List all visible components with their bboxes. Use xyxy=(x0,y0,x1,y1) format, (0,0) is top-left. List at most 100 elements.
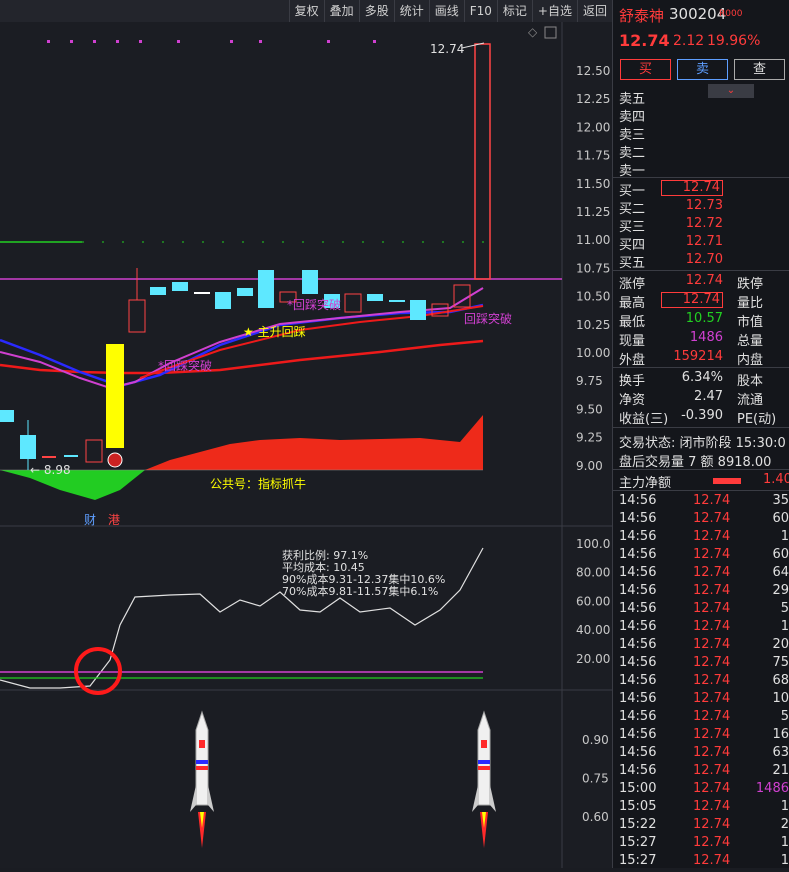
chart-toolbar: 复权 叠加 多股 统计 画线 F10 标记 +自选 返回 xyxy=(0,0,612,22)
chart-annotation: *回踩突破 xyxy=(158,358,212,373)
toolbar-button-7[interactable]: +自选 xyxy=(531,0,577,22)
toolbar-button-6[interactable]: 标记 xyxy=(496,0,532,22)
stock-tag: R000 xyxy=(719,9,743,19)
buy-level: 买四 12.71 xyxy=(619,234,723,253)
y3-tick-label: 0.60 xyxy=(582,810,609,824)
main-flow-bar xyxy=(713,478,741,484)
buy-button[interactable]: 买 xyxy=(620,59,671,80)
y-tick-label: 10.00 xyxy=(576,346,610,360)
y3-tick-label: 0.75 xyxy=(582,772,609,786)
tick-row: 14:56 12.74 1 xyxy=(619,619,789,634)
stat-row: 换手 6.34% 股本 xyxy=(619,370,764,389)
y-tick-label: 9.00 xyxy=(576,459,603,473)
tick-row: 14:56 12.74 29 xyxy=(619,583,789,598)
y-tick-label: 12.25 xyxy=(576,92,610,106)
buy-level: 买一 12.74 xyxy=(613,180,789,199)
tick-row: 14:56 12.74 68 xyxy=(619,673,789,688)
y-tick-label: 11.00 xyxy=(576,233,610,247)
tick-row: 14:56 12.74 64 xyxy=(619,565,789,580)
stock-name: 舒泰神 xyxy=(619,7,665,25)
chart-annotation: *回踩突破 xyxy=(287,297,341,312)
toolbar-button-2[interactable]: 多股 xyxy=(358,0,394,22)
stat-row: 现量 1486 总量 xyxy=(619,330,764,349)
buy-level: 买三 12.72 xyxy=(619,216,723,235)
after-hours: 盘后交易量 7 额 8918.00 xyxy=(619,455,772,470)
tick-row: 14:56 12.74 75 xyxy=(619,655,789,670)
y-tick-label: 9.75 xyxy=(576,374,603,388)
query-button[interactable]: 查 xyxy=(734,59,785,80)
tick-row: 14:56 12.74 63 xyxy=(619,745,789,760)
y3-tick-label: 0.90 xyxy=(582,733,609,747)
price-change: 2.12 xyxy=(673,33,705,49)
chart-annotation: 回踩突破 xyxy=(464,311,512,326)
sell-level: 卖一 xyxy=(619,164,646,179)
tick-row: 14:56 12.74 1 xyxy=(619,529,789,544)
tick-row: 14:56 12.74 21 xyxy=(619,763,789,778)
tick-row: 14:56 12.74 35 xyxy=(619,493,789,508)
quote-panel: 舒泰神 300204 R000 12.74 2.12 19.96% 买 卖 查 … xyxy=(612,0,789,868)
y2-tick-label: 100.0 xyxy=(576,537,610,551)
chart-annotation: ★ 主升回踩 xyxy=(243,325,306,339)
buy-level: 买二 12.73 xyxy=(619,198,723,217)
toolbar-button-1[interactable]: 叠加 xyxy=(323,0,359,22)
stat-row: 收益(三) -0.390 PE(动) xyxy=(619,408,777,427)
y2-tick-label: 80.00 xyxy=(576,566,610,580)
kline-chart-area[interactable]: 12.50 12.25 12.00 11.75 11.50 11.25 11.00 10.75… xyxy=(0,22,612,868)
svg-text:公共号：指标抓牛: 公共号：指标抓牛 xyxy=(210,476,306,491)
toolbar-button-5[interactable]: F10 xyxy=(463,0,497,22)
cost-info-line: 70%成本9.81-11.57集中6.1% xyxy=(282,584,438,598)
svg-text:港: 港 xyxy=(108,513,120,527)
tick-row: 15:22 12.74 2 xyxy=(619,817,789,832)
tick-row: 14:56 12.74 5 xyxy=(619,709,789,724)
y2-tick-label: 60.00 xyxy=(576,594,610,608)
low-label: ← 8.98 xyxy=(30,463,71,477)
y-tick-label: 11.50 xyxy=(576,177,610,191)
high-label: 12.74 xyxy=(430,42,464,56)
stat-row: 最高 12.74 量比 xyxy=(619,292,764,311)
tick-row: 15:05 12.74 1 xyxy=(619,799,789,814)
trade-status: 交易状态: 闭市阶段 15:30:0 xyxy=(619,436,786,451)
svg-text:◇: ◇ xyxy=(528,25,538,39)
y-tick-label: 10.25 xyxy=(576,318,610,332)
candles xyxy=(0,43,491,470)
kline-chart: 12.50 12.25 12.00 11.75 11.50 11.25 11.00 10.75… xyxy=(0,22,612,868)
last-price: 12.74 xyxy=(619,31,670,50)
sell-level: 卖二 xyxy=(619,146,646,161)
toolbar-button-0[interactable]: 复权 xyxy=(288,0,324,22)
stat-row: 净资 2.47 流通 xyxy=(619,389,764,408)
sell-button[interactable]: 卖 xyxy=(677,59,728,80)
y-tick-label: 10.50 xyxy=(576,290,610,304)
cost-info-line: 获利比例: 97.1% xyxy=(282,548,368,562)
y-tick-label: 11.75 xyxy=(576,149,610,163)
rocket-icon xyxy=(472,710,496,848)
svg-text:财: 财 xyxy=(84,513,96,527)
tick-row: 15:27 12.74 1 xyxy=(619,835,789,850)
sell-level: 卖四 xyxy=(619,110,646,125)
stock-code: 300204 xyxy=(669,5,727,23)
tick-row: 14:56 12.74 10 xyxy=(619,691,789,706)
y-tick-label: 12.50 xyxy=(576,64,610,78)
toolbar-button-3[interactable]: 统计 xyxy=(393,0,429,22)
buy-level: 买五 12.70 xyxy=(619,252,723,271)
y-tick-label: 11.25 xyxy=(576,205,610,219)
stat-row: 最低 10.57 市值 xyxy=(619,311,764,330)
y2-tick-label: 20.00 xyxy=(576,652,610,666)
stat-row: 外盘 159214 内盘 xyxy=(619,349,764,368)
tick-row: 14:56 12.74 16 xyxy=(619,727,789,742)
stat-row: 涨停 12.74 跌停 xyxy=(619,273,764,292)
y-tick-label: 10.75 xyxy=(576,261,610,275)
pct-change: 19.96% xyxy=(707,33,761,49)
toolbar-button-4[interactable]: 画线 xyxy=(428,0,464,22)
sell-level: 卖三 xyxy=(619,128,646,143)
y2-tick-label: 40.00 xyxy=(576,623,610,637)
cost-info-line: 90%成本9.31-12.37集中10.6% xyxy=(282,572,445,586)
y-tick-label: 12.00 xyxy=(576,120,610,134)
sell-level: 卖五 xyxy=(619,92,646,107)
tick-row: 15:00 12.74 1486 xyxy=(619,781,789,796)
y-tick-label: 9.25 xyxy=(576,431,603,445)
tick-row: 14:56 12.74 60 xyxy=(619,511,789,526)
toolbar-button-8[interactable]: 返回 xyxy=(576,0,612,22)
tick-row: 14:56 12.74 60 xyxy=(619,547,789,562)
main-flow: 主力净额 1.40 xyxy=(619,472,789,491)
tick-row: 14:56 12.74 20 xyxy=(619,637,789,652)
